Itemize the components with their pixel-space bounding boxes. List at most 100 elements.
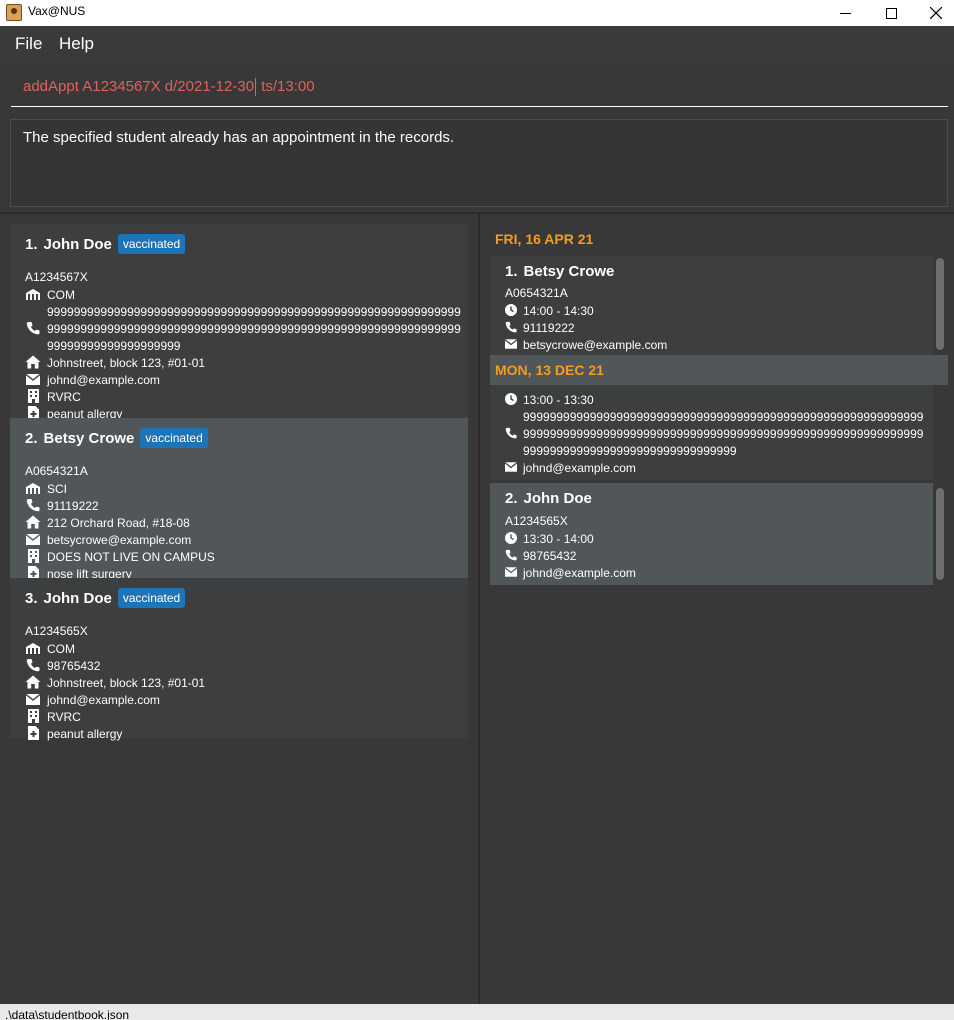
building-icon [25,549,41,563]
email-text: betsycrowe@example.com [523,338,668,352]
command-input[interactable]: addAppt A1234567X d/2021-12-30 ts/13:00 [11,73,948,107]
email-text: johnd@example.com [47,373,160,387]
command-text-rest: ts/13:00 [257,78,315,95]
appointment-card[interactable]: A1234567X 13:00 - 13:30 9999999999999999… [490,376,933,480]
phone-row: 9999999999999999999999999999999999999999… [25,304,461,355]
address-text: 212 Orchard Road, #18-08 [47,516,190,530]
envelope-icon [25,532,41,546]
address-row: Johnstreet, block 123, #01-01 [25,355,205,372]
appointment-card[interactable]: 1. Betsy Crowe A0654321A 14:00 - 14:30 9… [490,256,933,356]
status-badge: vaccinated [140,428,208,448]
menu-file[interactable]: File [15,34,42,54]
medical-text: peanut allergy [47,727,123,741]
building-icon [25,389,41,403]
phone-row: 98765432 [505,548,576,565]
student-id: A0654321A [25,464,88,478]
residence-row: RVRC [25,709,81,726]
menu-help[interactable]: Help [59,34,94,54]
home-icon [25,355,41,369]
window-title: Vax@NUS [28,4,86,18]
student-name: Betsy Crowe [43,429,135,447]
phone-text: 9999999999999999999999999999999999999999… [47,305,461,353]
phone-icon [505,426,517,440]
residence-row: RVRC [25,389,81,406]
faculty-row: SCI [25,481,67,498]
email-text: johnd@example.com [523,461,636,475]
student-card-header: 2. Betsy Crowe vaccinated [25,428,208,448]
address-row: 212 Orchard Road, #18-08 [25,515,190,532]
status-badge: vaccinated [117,588,186,608]
home-icon [25,675,41,689]
student-id: A1234565X [25,624,88,638]
time-row: 13:30 - 14:00 [505,531,594,548]
command-text: addAppt A1234567X d/2021-12-30 [23,78,255,95]
student-card[interactable]: 3. John Doe vaccinated A1234565X COM 987… [10,578,468,741]
email-row: johnd@example.com [505,460,636,477]
envelope-icon [505,565,517,579]
faculty-text: COM [47,288,75,302]
title-bar: Vax@NUS [0,0,954,26]
time-text: 13:30 - 14:00 [523,532,594,546]
clock-icon [505,392,517,406]
clock-icon [505,303,517,317]
home-icon [25,515,41,529]
status-badge: vaccinated [117,234,186,254]
data-file-path: .\data\studentbook.json [5,1008,130,1020]
email-text: betsycrowe@example.com [47,533,192,547]
phone-row: 91119222 [25,498,99,515]
phone-row: 98765432 [25,658,100,675]
maximize-button[interactable] [868,0,914,26]
phone-icon [25,658,41,672]
email-row: johnd@example.com [25,692,160,709]
phone-row: 9999999999999999999999999999999999999999… [505,409,925,460]
student-index: 1. [25,235,38,253]
phone-text: 98765432 [47,659,101,673]
close-button[interactable] [913,0,954,26]
date-header: MON, 13 DEC 21 [490,355,948,385]
appointment-card-header: 2. John Doe [505,490,592,507]
appointment-list-panel: FRI, 16 APR 21 1. Betsy Crowe A0654321A … [480,214,954,1004]
appointment-name: Betsy Crowe [523,263,615,280]
faculty-text: SCI [47,482,68,496]
student-card[interactable]: 2. Betsy Crowe vaccinated A0654321A SCI … [10,418,468,581]
scrollbar-thumb[interactable] [936,258,944,350]
student-id: A1234565X [505,514,568,528]
envelope-icon [25,372,41,386]
student-index: 3. [25,589,38,607]
email-row: johnd@example.com [25,372,160,389]
phone-text: 98765432 [523,549,577,563]
app-icon [6,4,22,21]
residence-text: DOES NOT LIVE ON CAMPUS [47,550,215,564]
envelope-icon [25,692,41,706]
close-icon [930,7,942,19]
minimize-icon [839,12,851,14]
minimize-button[interactable] [822,0,868,26]
faculty-icon [25,641,41,655]
student-name: John Doe [43,589,112,607]
faculty-row: COM [25,287,75,304]
email-row: johnd@example.com [505,565,636,582]
faculty-icon [25,287,41,301]
student-card-header: 1. John Doe vaccinated [25,234,186,254]
address-text: Johnstreet, block 123, #01-01 [47,676,206,690]
address-row: Johnstreet, block 123, #01-01 [25,675,205,692]
phone-icon [25,498,41,512]
email-text: johnd@example.com [47,693,160,707]
status-bar: .\data\studentbook.json [0,1004,954,1020]
scrollbar-thumb[interactable] [936,488,944,580]
time-text: 14:00 - 14:30 [523,304,594,318]
time-row: 14:00 - 14:30 [505,303,594,320]
menu-bar: File Help [0,26,954,62]
phone-text: 9999999999999999999999999999999999999999… [523,410,924,458]
address-text: Johnstreet, block 123, #01-01 [47,356,206,370]
student-id: A0654321A [505,286,568,300]
student-card[interactable]: 1. John Doe vaccinated A1234567X COM 999… [10,224,468,421]
appointment-name: John Doe [523,490,592,507]
appointment-card[interactable]: 2. John Doe A1234565X 13:30 - 14:00 9876… [490,483,933,585]
appointment-card-header: 1. Betsy Crowe [505,263,614,280]
medical-row: peanut allergy [25,726,122,743]
building-icon [25,709,41,723]
student-list-panel: 1. John Doe vaccinated A1234567X COM 999… [0,214,478,1004]
appointment-index: 2. [505,490,518,507]
clock-icon [505,531,517,545]
